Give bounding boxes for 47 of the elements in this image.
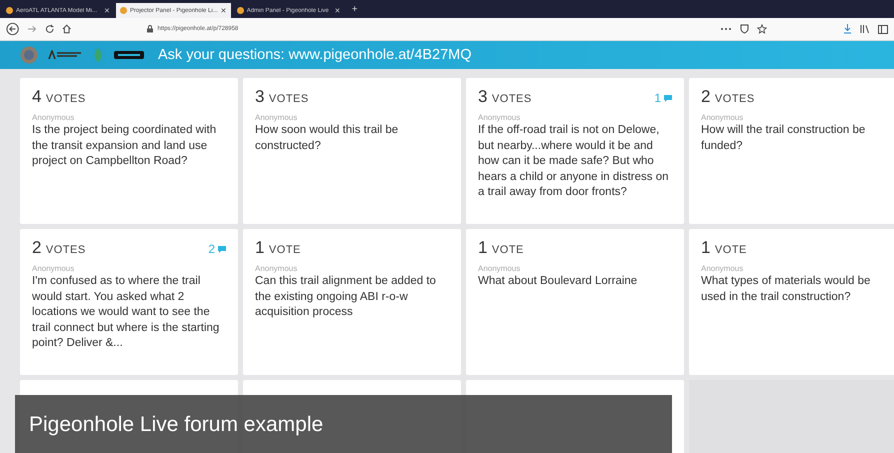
vote-count: 2 VOTES bbox=[32, 238, 86, 258]
leaf-logo-icon bbox=[92, 47, 104, 63]
header-title: Ask your questions: www.pigeonhole.at/4B27MQ bbox=[158, 47, 472, 63]
sidebar-icon[interactable] bbox=[878, 24, 888, 34]
brand-logo-icon bbox=[114, 51, 144, 59]
author-label: Anonymous bbox=[32, 264, 76, 273]
question-text: What types of materials would be used in the trail construction? bbox=[701, 274, 872, 305]
reload-icon[interactable] bbox=[44, 24, 54, 34]
site-icon bbox=[120, 7, 127, 14]
question-text: What about Boulevard Lorraine bbox=[478, 274, 638, 289]
question-text: If the off-road trail is not on Delowe, but nearby...where would it be and how can it be made safe? But who hears a child or anyone in distress on a trail away from door fronts? bbox=[478, 123, 670, 200]
comment-count: 1 bbox=[654, 91, 672, 105]
vote-count: 1 VOTE bbox=[701, 238, 747, 258]
question-text: How soon would this trail be constructed? bbox=[255, 123, 400, 154]
shield-icon[interactable] bbox=[740, 24, 749, 34]
author-label: Anonymous bbox=[701, 113, 744, 122]
author-label: Anonymous bbox=[701, 264, 744, 273]
library-icon[interactable] bbox=[860, 24, 870, 34]
vote-count: 1 VOTE bbox=[255, 238, 301, 258]
seal-logo-icon bbox=[20, 46, 38, 64]
author-label: Anonymous bbox=[255, 113, 298, 122]
vote-count: 3 VOTES bbox=[255, 87, 309, 107]
vote-count: 4 VOTES bbox=[32, 87, 86, 107]
question-text: I'm confused as to where the trail would start. You asked what 2 locations we would want to see the trail connect but where is the starting point? Deliver &... bbox=[32, 274, 220, 352]
caption-banner: Pigeonhole Live forum example bbox=[15, 395, 672, 453]
forward-icon[interactable] bbox=[27, 24, 37, 34]
more-icon[interactable] bbox=[720, 27, 732, 31]
author-label: Anonymous bbox=[255, 264, 298, 273]
site-icon bbox=[236, 7, 244, 14]
question-text: Can this trail alignment be added to the existing ongoing ABI r-o-w acquisition process bbox=[255, 274, 437, 320]
author-label: Anonymous bbox=[478, 113, 522, 122]
home-icon[interactable] bbox=[62, 24, 72, 34]
question-text: Is the project being coordinated with the transit expansion and land use project on Campbellton Road? bbox=[32, 123, 218, 170]
wordmark-logo-icon bbox=[48, 50, 82, 60]
star-icon[interactable] bbox=[757, 24, 767, 34]
new-tab-button[interactable]: + bbox=[346, 4, 363, 14]
site-icon bbox=[6, 7, 13, 14]
vote-count: 1 VOTE bbox=[478, 238, 524, 258]
comment-count: 2 bbox=[208, 242, 226, 256]
vote-count: 2 VOTES bbox=[701, 87, 755, 107]
vote-count: 3 VOTES bbox=[478, 87, 532, 107]
author-label: Anonymous bbox=[32, 113, 76, 122]
author-label: Anonymous bbox=[478, 264, 522, 273]
download-icon[interactable] bbox=[843, 24, 852, 34]
question-text: How will the trail construction be funded? bbox=[701, 123, 866, 154]
back-icon[interactable] bbox=[6, 22, 20, 36]
lock-icon bbox=[146, 25, 154, 33]
